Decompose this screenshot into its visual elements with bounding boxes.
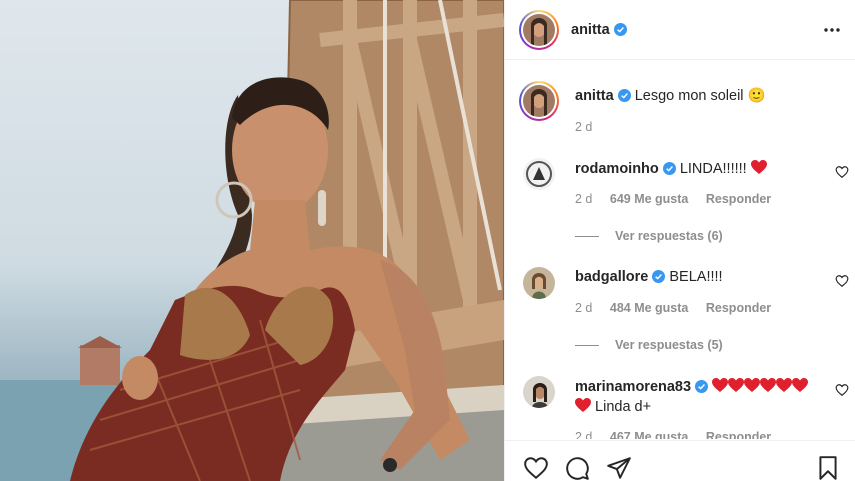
commenter-username[interactable]: rodamoinho: [575, 161, 659, 177]
share-icon[interactable]: [606, 455, 632, 481]
red-heart-emoji-icon: [712, 378, 729, 392]
commenter-avatar[interactable]: [523, 267, 555, 299]
replies-divider: [575, 345, 599, 347]
comment-meta: 2 d 484 Me gusta Responder: [575, 301, 785, 315]
comment-like-icon[interactable]: [835, 383, 849, 397]
reply-button[interactable]: Responder: [706, 301, 771, 315]
caption-avatar[interactable]: [519, 81, 559, 121]
commenter-avatar-image: [523, 267, 555, 299]
post-sidebar: anitta anitta Lesgo mon soleil 🙂 2 d rod…: [504, 0, 855, 481]
verified-badge-icon: [617, 89, 631, 102]
verified-badge-icon: [662, 162, 676, 175]
view-replies-button[interactable]: Ver respuestas (6): [575, 229, 723, 243]
caption-avatar-image: [523, 85, 555, 117]
view-replies-button[interactable]: Ver respuestas (5): [575, 338, 723, 352]
verified-badge-icon: [652, 270, 666, 283]
commenter-username[interactable]: badgallore: [575, 269, 648, 285]
view-replies-label: Ver respuestas (5): [615, 338, 723, 352]
red-heart-emoji-icon: [728, 378, 745, 392]
comment-likes[interactable]: 484 Me gusta: [610, 301, 689, 315]
comment-hearts-emoji: [712, 378, 809, 395]
reply-button[interactable]: Responder: [706, 192, 771, 206]
post-photo-image: [0, 0, 504, 481]
header-username[interactable]: anitta: [571, 22, 610, 38]
author-avatar-image: [523, 13, 555, 46]
commenter-avatar[interactable]: [523, 158, 555, 190]
caption-emoji: 🙂: [747, 88, 766, 104]
comment-meta: 2 d 467 Me gusta Responder: [575, 430, 785, 439]
comment-meta: 2 d 649 Me gusta Responder: [575, 192, 785, 206]
caption-timestamp[interactable]: 2 d: [575, 120, 592, 134]
comment-likes[interactable]: 649 Me gusta: [610, 192, 689, 206]
comment-timestamp[interactable]: 2 d: [575, 301, 592, 315]
post-header: anitta: [505, 0, 855, 60]
bookmark-icon[interactable]: [815, 455, 841, 481]
heart-icon[interactable]: [523, 455, 549, 481]
comment-timestamp[interactable]: 2 d: [575, 430, 592, 439]
reply-button[interactable]: Responder: [706, 430, 771, 439]
commenter-avatar-image: [523, 158, 555, 190]
commenter-avatar-image: [523, 376, 555, 408]
comment-text-line2: Linda d+: [575, 398, 651, 415]
commenter-avatar[interactable]: [523, 376, 555, 408]
comment-like-icon[interactable]: [835, 165, 849, 179]
red-heart-emoji-icon: [760, 378, 777, 392]
caption-username[interactable]: anitta: [575, 88, 614, 104]
comment-timestamp[interactable]: 2 d: [575, 192, 592, 206]
comments-list[interactable]: anitta Lesgo mon soleil 🙂 2 d rodamoinho…: [505, 61, 855, 439]
comment-likes[interactable]: 467 Me gusta: [610, 430, 689, 439]
comment-icon[interactable]: [564, 455, 590, 481]
post-action-bar: [505, 440, 855, 481]
post-photo[interactable]: [0, 0, 504, 481]
comment-text: Linda d+: [595, 399, 652, 415]
more-options-icon[interactable]: [822, 20, 842, 40]
red-heart-emoji-icon: [792, 378, 809, 392]
replies-divider: [575, 236, 599, 238]
comment-like-icon[interactable]: [835, 274, 849, 288]
red-heart-emoji-icon: [776, 378, 793, 392]
red-heart-emoji-icon: [575, 398, 591, 412]
comment-text: LINDA!!!!!!: [679, 161, 747, 177]
verified-badge-icon: [613, 23, 627, 36]
author-avatar[interactable]: [519, 9, 559, 50]
red-heart-emoji-icon: [750, 160, 767, 174]
commenter-username[interactable]: marinamorena83: [575, 379, 691, 395]
caption-text: Lesgo mon soleil: [634, 88, 744, 104]
view-replies-label: Ver respuestas (6): [615, 229, 723, 243]
comment-text: BELA!!!!: [669, 269, 723, 285]
red-heart-emoji-icon: [744, 378, 761, 392]
verified-badge-icon: [695, 380, 709, 393]
